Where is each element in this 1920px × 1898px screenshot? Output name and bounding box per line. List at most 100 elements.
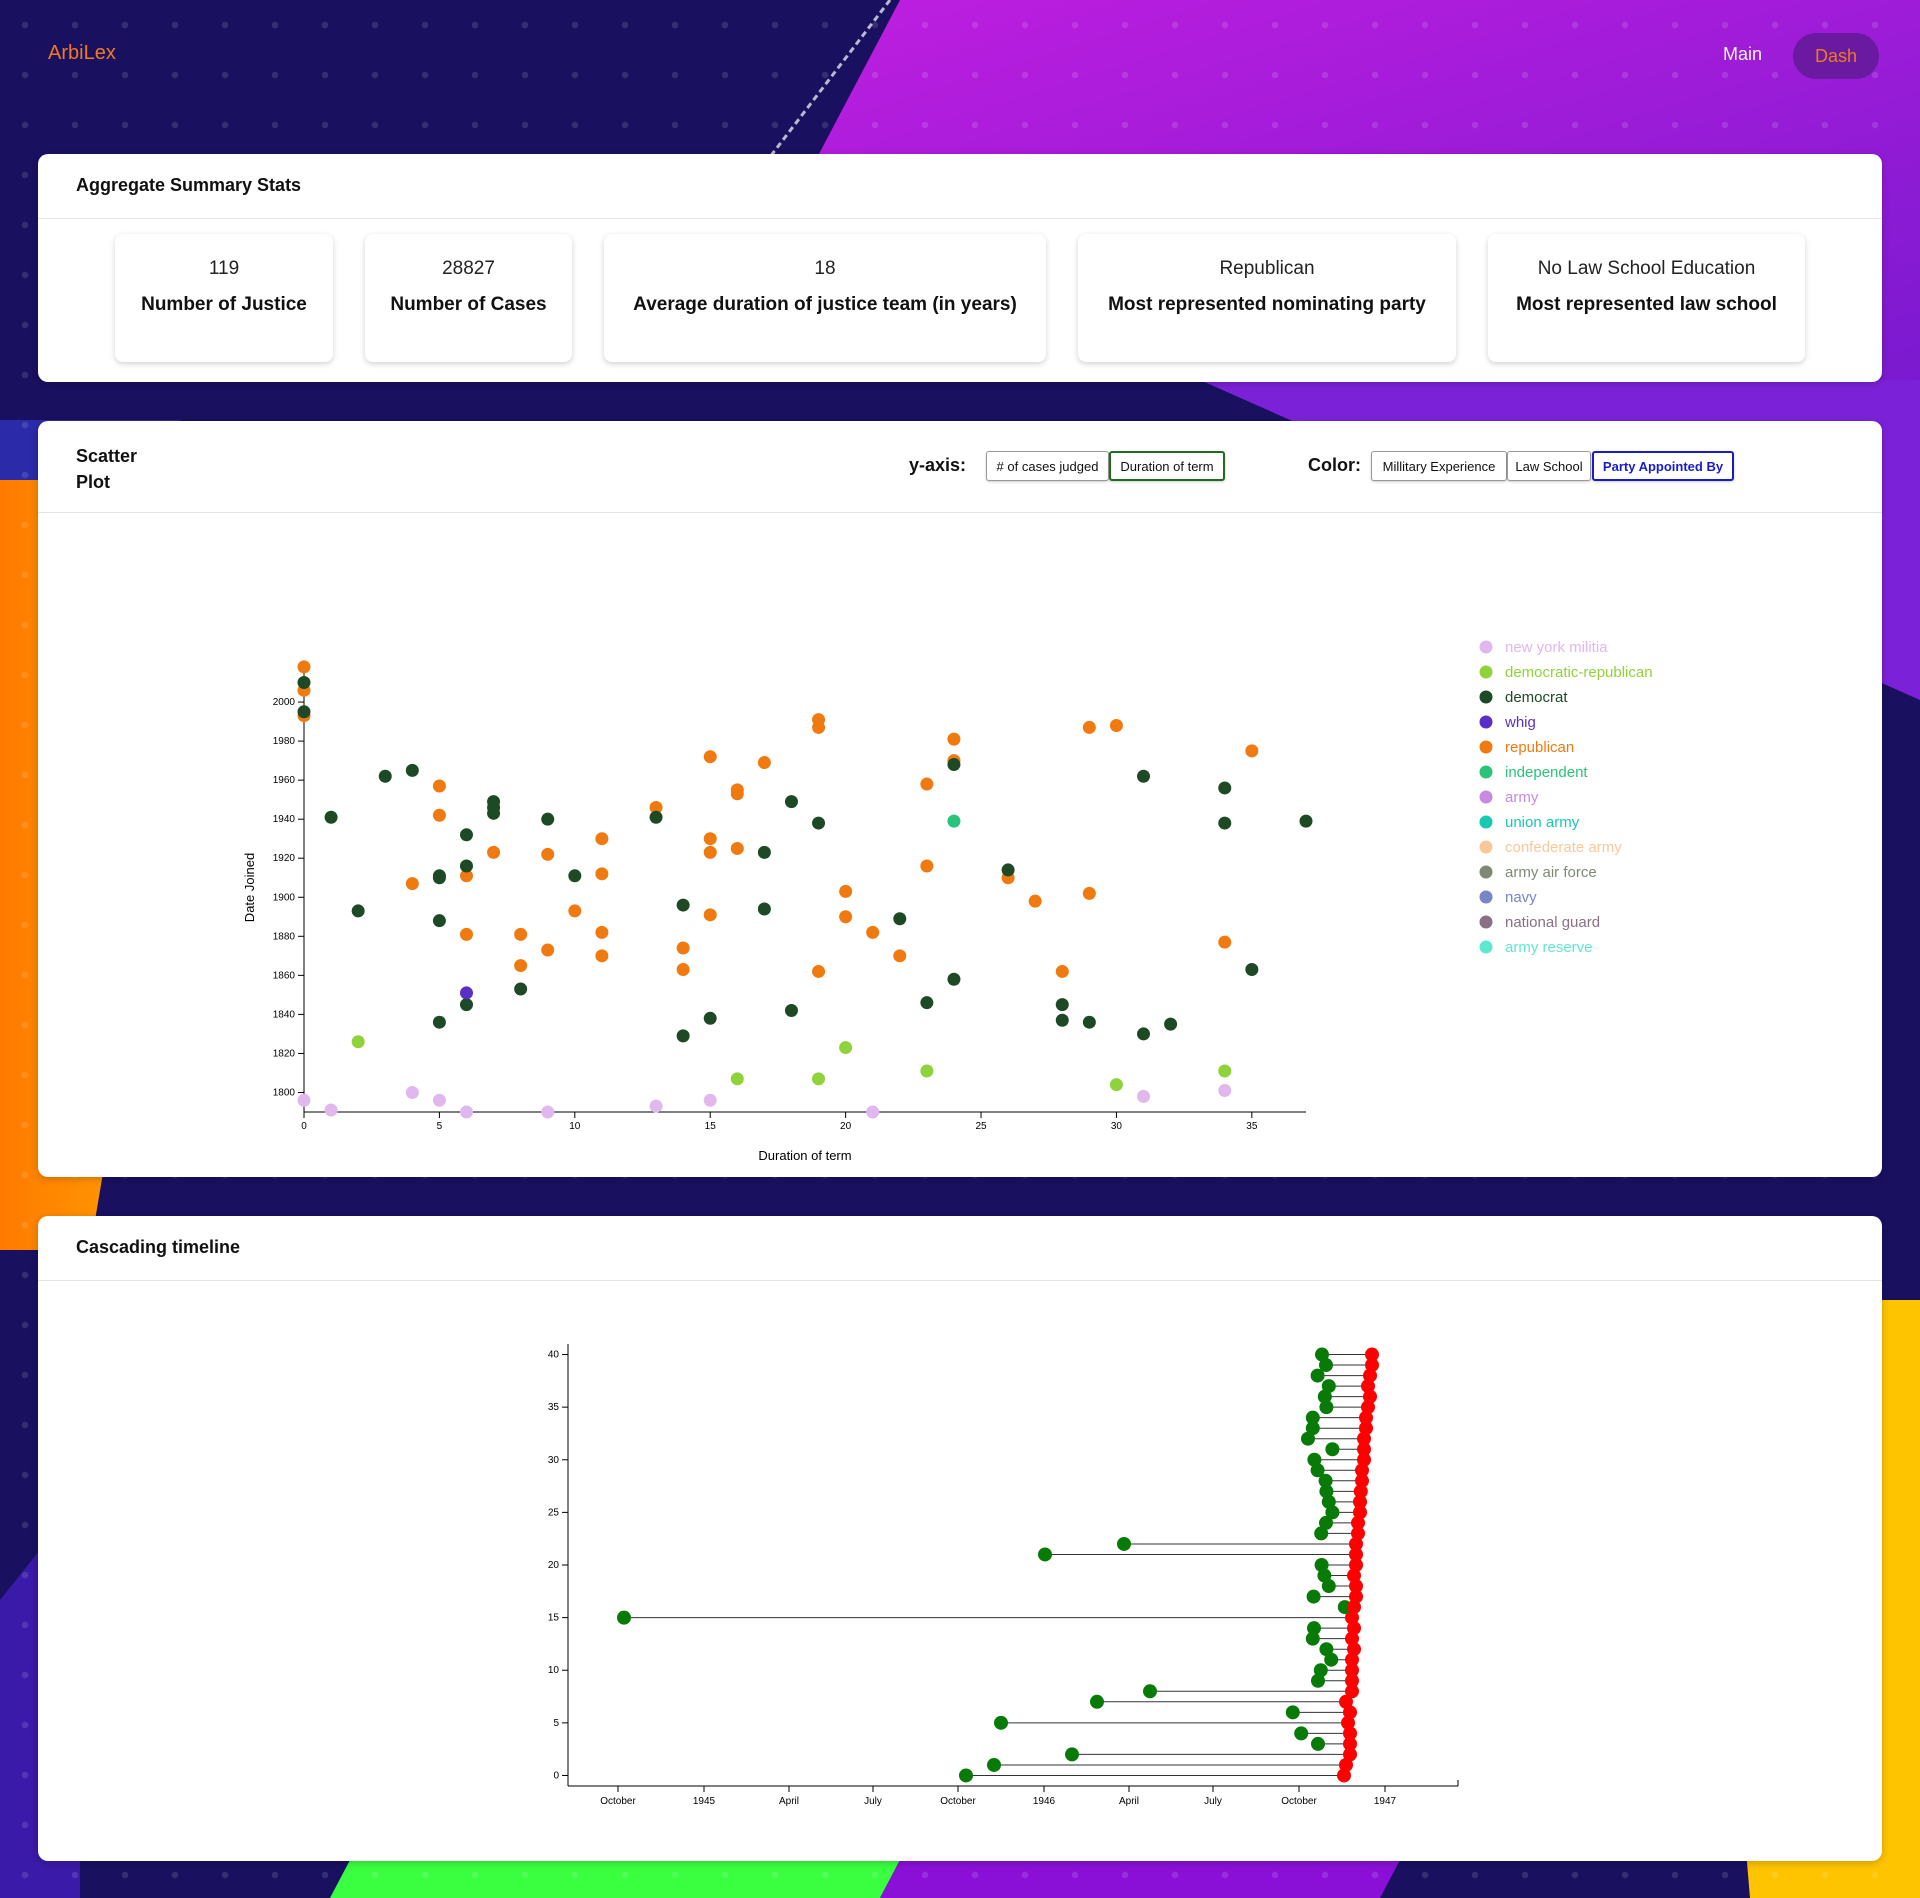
scatter-point <box>947 972 961 986</box>
nav-main-link[interactable]: Main <box>1723 44 1762 65</box>
y-tick-label: 1800 <box>273 1087 296 1098</box>
yaxis-label: y-axis: <box>909 455 967 475</box>
scatter-point <box>459 828 473 842</box>
legend-label: union army <box>1505 814 1580 831</box>
scatter-point <box>676 1029 690 1043</box>
x-tick-label: 10 <box>569 1121 581 1132</box>
summary-title: Aggregate Summary Stats <box>76 175 302 195</box>
legend-swatch <box>1479 940 1493 954</box>
timeline-start-dot <box>987 1757 1001 1772</box>
scatter-point <box>459 998 473 1012</box>
scatter-point <box>541 812 555 826</box>
scatter-point <box>920 996 934 1010</box>
x-tick-label: 20 <box>840 1121 852 1132</box>
timeline-start-dot <box>959 1768 973 1783</box>
yaxis-duration-button[interactable]: Duration of term <box>1109 451 1225 481</box>
scatter-point <box>703 832 717 846</box>
timeline-start-dot <box>1311 1736 1325 1751</box>
scatter-point <box>812 720 826 734</box>
color-military-button[interactable]: Millitary Experience <box>1371 451 1507 481</box>
timeline-end-dot <box>1365 1347 1379 1362</box>
y-tick-label: 40 <box>548 1350 560 1361</box>
color-label: Color: <box>1308 455 1361 475</box>
scatter-point <box>432 808 446 822</box>
y-tick-label: 1820 <box>273 1048 296 1059</box>
legend-swatch <box>1479 665 1493 679</box>
scatter-point <box>432 779 446 793</box>
scatter-point <box>351 1035 365 1049</box>
legend-swatch <box>1479 865 1493 879</box>
scatter-point <box>459 986 473 1000</box>
scatter-point <box>1137 1089 1151 1103</box>
timeline-start-dot <box>1090 1694 1104 1709</box>
scatter-point <box>378 769 392 783</box>
color-lawschool-button[interactable]: Law School <box>1507 451 1591 481</box>
scatter-point <box>1218 1084 1232 1098</box>
scatter-point <box>947 758 961 772</box>
scatter-title-line: Plot <box>76 472 110 492</box>
x-tick-label: 0 <box>301 1121 307 1132</box>
scatter-point <box>1055 964 1069 978</box>
scatter-point <box>1137 769 1151 783</box>
legend-label: national guard <box>1505 914 1600 931</box>
scatter-point <box>703 908 717 922</box>
scatter-title: Scatter Plot <box>76 443 137 495</box>
y-tick-label: 1860 <box>273 970 296 981</box>
scatter-point <box>595 949 609 963</box>
scatter-point <box>839 884 853 898</box>
color-party-button[interactable]: Party Appointed By <box>1592 451 1734 481</box>
y-tick-label: 30 <box>548 1455 560 1466</box>
scatter-point <box>1109 1078 1123 1092</box>
legend-label: army air force <box>1505 864 1597 881</box>
y-tick-label: 1880 <box>273 931 296 942</box>
scatter-point <box>1245 744 1259 758</box>
timeline-start-dot <box>1321 1379 1336 1394</box>
stat-label: Most represented nominating party <box>1108 294 1426 315</box>
scatter-point <box>1164 1017 1178 1031</box>
y-tick-label: 1940 <box>273 814 296 825</box>
scatter-point <box>730 841 744 855</box>
stat-card: 28827 Number of Cases <box>365 234 572 362</box>
brand-logo[interactable]: ArbiLex <box>48 42 116 65</box>
timeline-card: Cascading timeline October 1945 April July O… <box>38 1216 1882 1861</box>
y-tick-label: 2000 <box>273 697 296 708</box>
scatter-point <box>757 845 771 859</box>
scatter-point <box>812 1072 826 1086</box>
scatter-point <box>541 1105 555 1119</box>
scatter-point <box>1109 718 1123 732</box>
scatter-title-line: Scatter <box>76 446 138 466</box>
x-tick-label: April <box>1119 1796 1139 1807</box>
scatter-point <box>1218 1064 1232 1078</box>
scatter-point <box>514 982 528 996</box>
scatter-point <box>920 1064 934 1078</box>
y-tick-label: 1980 <box>273 736 296 747</box>
nav-dash-link[interactable]: Dash <box>1793 33 1879 79</box>
summary-header: Aggregate Summary Stats <box>38 154 1882 219</box>
timeline-start-dot <box>1325 1442 1340 1457</box>
scatter-point <box>405 763 419 777</box>
x-tick-label: April <box>779 1796 799 1807</box>
legend-swatch <box>1479 640 1493 654</box>
scatter-point <box>893 949 907 963</box>
scatter-point <box>405 1085 419 1099</box>
x-tick-label: 1947 <box>1374 1796 1397 1807</box>
legend-swatch <box>1479 790 1493 804</box>
scatter-point <box>432 1093 446 1107</box>
stat-label: Number of Cases <box>390 294 547 315</box>
stat-value: 18 <box>814 258 836 279</box>
stat-label: Number of Justice <box>141 294 307 315</box>
stat-value: 119 <box>208 258 240 279</box>
x-tick-label: July <box>1204 1796 1222 1807</box>
timeline-start-dot <box>1313 1663 1328 1678</box>
scatter-point <box>703 845 717 859</box>
scatter-point <box>514 959 528 973</box>
scatter-point <box>1245 962 1259 976</box>
x-tick-label: October <box>940 1796 976 1807</box>
timeline-start-dot <box>1314 1558 1329 1572</box>
scatter-point <box>730 1072 744 1086</box>
x-tick-label: 15 <box>705 1121 717 1132</box>
legend-label: navy <box>1505 889 1537 906</box>
yaxis-cases-button[interactable]: # of cases judged <box>986 451 1109 481</box>
legend-swatch <box>1479 715 1493 729</box>
x-tick-label: 5 <box>437 1121 443 1132</box>
